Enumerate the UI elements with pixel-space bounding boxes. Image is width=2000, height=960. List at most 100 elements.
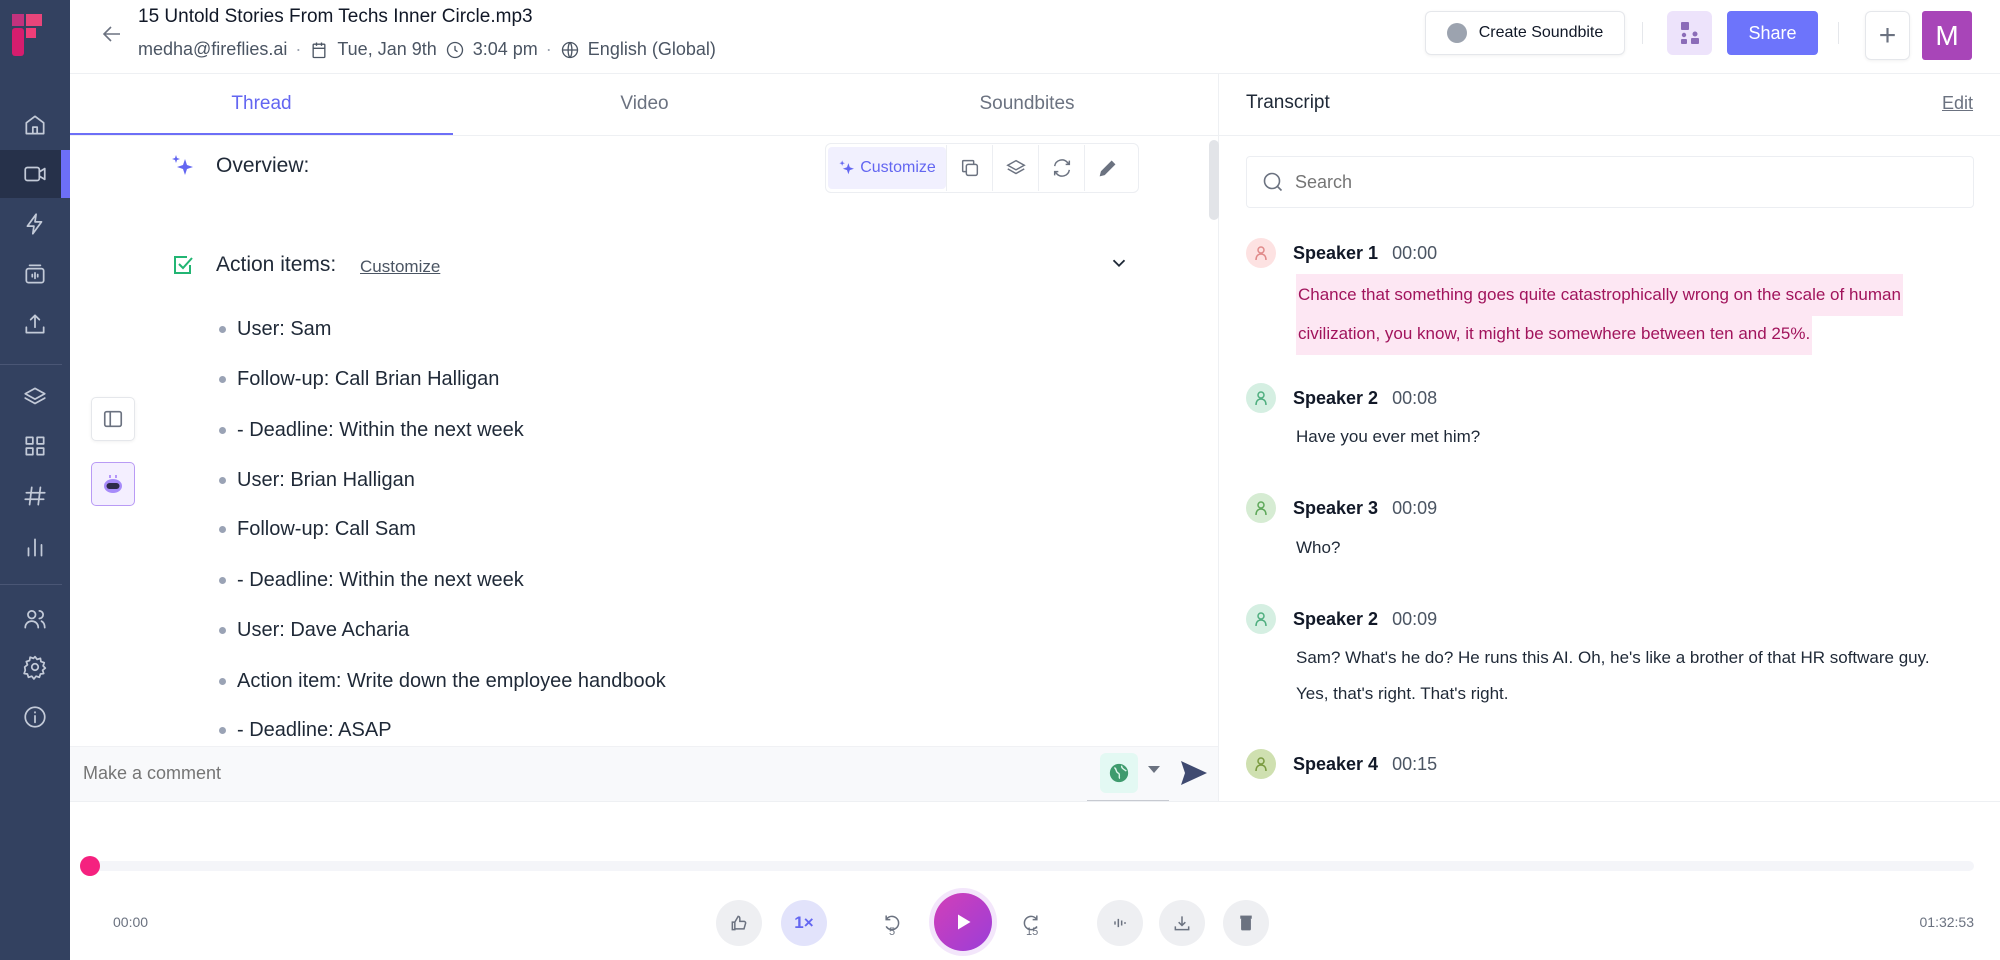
download-button[interactable]	[1159, 900, 1205, 946]
toggle-panel-button[interactable]	[91, 397, 135, 441]
transcript-text[interactable]: The people building this stuff do not ap…	[1296, 790, 1897, 801]
overview-customize-button[interactable]: Customize	[828, 147, 946, 189]
back-button[interactable]	[100, 22, 124, 46]
lightning-icon	[26, 213, 43, 235]
action-item: - Deadline: ASAP	[219, 719, 392, 742]
action-item: Follow-up: Call Sam	[219, 518, 416, 541]
like-button[interactable]	[716, 900, 762, 946]
meeting-participants-button[interactable]	[1667, 11, 1712, 55]
sidebar-soundbites[interactable]	[0, 250, 70, 298]
progress-handle[interactable]	[80, 856, 100, 876]
playback-speed-button[interactable]: 1×	[781, 900, 827, 946]
sidebar-meetings[interactable]	[0, 150, 70, 198]
progress-track[interactable]	[89, 861, 1974, 871]
divider	[1642, 22, 1643, 44]
comment-input[interactable]	[70, 746, 1090, 801]
clock-icon	[446, 41, 463, 58]
transcript-speaker[interactable]: Speaker 2 00:08	[1246, 383, 1437, 413]
scrollbar[interactable]	[1209, 140, 1219, 220]
copy-button[interactable]	[946, 145, 992, 191]
divider	[70, 135, 1218, 136]
transcript-text[interactable]: Have you ever met him?	[1296, 419, 1956, 455]
add-button[interactable]: +	[1865, 11, 1910, 60]
waveform-button[interactable]	[1097, 900, 1143, 946]
transcript-search[interactable]	[1246, 156, 1974, 208]
visibility-selector[interactable]	[1100, 753, 1138, 793]
action-item: User: Dave Acharia	[219, 619, 409, 642]
delete-button[interactable]	[1223, 900, 1269, 946]
transcript-speaker[interactable]: Speaker 3 00:09	[1246, 493, 1437, 523]
user-icon	[1255, 246, 1267, 261]
arrow-left-icon	[102, 26, 120, 42]
divider	[0, 584, 62, 585]
user-icon	[1255, 501, 1267, 516]
speaker-avatar	[1246, 383, 1276, 413]
duration: 01:32:53	[1919, 914, 1975, 930]
tab-video[interactable]: Video	[453, 73, 836, 135]
send-comment-button[interactable]	[1180, 760, 1208, 791]
collapse-chevron[interactable]	[1108, 252, 1130, 279]
transcript-speaker[interactable]: Speaker 1 00:00	[1246, 238, 1437, 268]
transcript-text[interactable]: Who?	[1296, 530, 1956, 566]
transcript-text[interactable]: Sam? What's he do? He runs this AI. Oh, …	[1296, 640, 1956, 712]
create-soundbite-button[interactable]: Create Soundbite	[1425, 11, 1625, 55]
sidebar-topics[interactable]	[0, 373, 70, 421]
sidebar-apps[interactable]	[0, 422, 70, 470]
transcript-speaker[interactable]: Speaker 2 00:09	[1246, 604, 1437, 634]
soundbite-icon	[1446, 23, 1467, 43]
trash-icon	[1240, 915, 1252, 931]
sidebar-upload[interactable]	[0, 300, 70, 348]
transcript-text-highlighted[interactable]: Chance that something goes quite catastr…	[1296, 274, 1956, 355]
action-items-customize-link[interactable]: Customize	[360, 257, 440, 277]
divider	[1838, 22, 1839, 44]
user-avatar[interactable]: M	[1922, 11, 1972, 60]
sidebar-info[interactable]	[0, 693, 70, 741]
divider	[1219, 135, 2000, 136]
transcript-speaker[interactable]: Speaker 4 00:15	[1246, 749, 1437, 779]
transcript-search-input[interactable]	[1295, 171, 1935, 193]
calendar-icon	[312, 42, 326, 58]
sidebar-team[interactable]	[0, 595, 70, 643]
bar-chart-icon	[27, 538, 43, 557]
action-item: - Deadline: Within the next week	[219, 419, 524, 442]
tab-thread[interactable]: Thread	[70, 73, 453, 135]
plus-icon: +	[1878, 18, 1897, 52]
regenerate-button[interactable]	[1038, 145, 1084, 191]
recording-time: 3:04 pm	[472, 39, 538, 59]
layers-button[interactable]	[992, 145, 1038, 191]
send-icon	[1181, 761, 1207, 785]
sidebar-settings[interactable]	[0, 643, 70, 691]
recording-title: 15 Untold Stories From Techs Inner Circl…	[138, 6, 533, 27]
thumbs-up-icon	[731, 915, 747, 931]
action-item: User: Sam	[219, 318, 331, 341]
hashtag-icon	[24, 486, 46, 506]
share-button[interactable]: Share	[1727, 11, 1818, 55]
sidebar-panel-icon	[103, 410, 123, 428]
layers-icon	[1005, 159, 1026, 175]
video-camera-icon	[24, 166, 46, 182]
tab-soundbites[interactable]: Soundbites	[836, 73, 1218, 135]
play-button[interactable]	[934, 893, 992, 951]
sidebar-analytics[interactable]	[0, 523, 70, 571]
edit-button[interactable]	[1084, 145, 1130, 191]
layers-icon	[24, 387, 46, 405]
home-icon	[25, 115, 45, 135]
recording-language: English (Global)	[587, 39, 716, 59]
forward-button[interactable]: 15	[1008, 900, 1054, 946]
sidebar-integrations[interactable]	[0, 200, 70, 248]
action-items-title: Action items:	[216, 253, 337, 276]
action-item: Follow-up: Call Brian Halligan	[219, 368, 499, 391]
caret-down-icon[interactable]	[1148, 766, 1160, 773]
speaker-avatar	[1246, 604, 1276, 634]
rewind-button[interactable]: 5	[869, 900, 915, 946]
user-icon	[1255, 391, 1267, 406]
pencil-icon	[1099, 160, 1115, 177]
sidebar-home[interactable]	[0, 101, 70, 149]
recording-meta: medha@fireflies.ai · Tue, Jan 9th 3:04 pm…	[138, 39, 716, 59]
transcript-edit-link[interactable]: Edit	[1942, 93, 1973, 114]
fireflies-logo[interactable]	[12, 14, 42, 56]
grid-icon	[25, 436, 45, 456]
divider	[0, 364, 62, 365]
ai-assistant-button[interactable]	[91, 462, 135, 506]
sidebar-channels[interactable]	[0, 472, 70, 520]
